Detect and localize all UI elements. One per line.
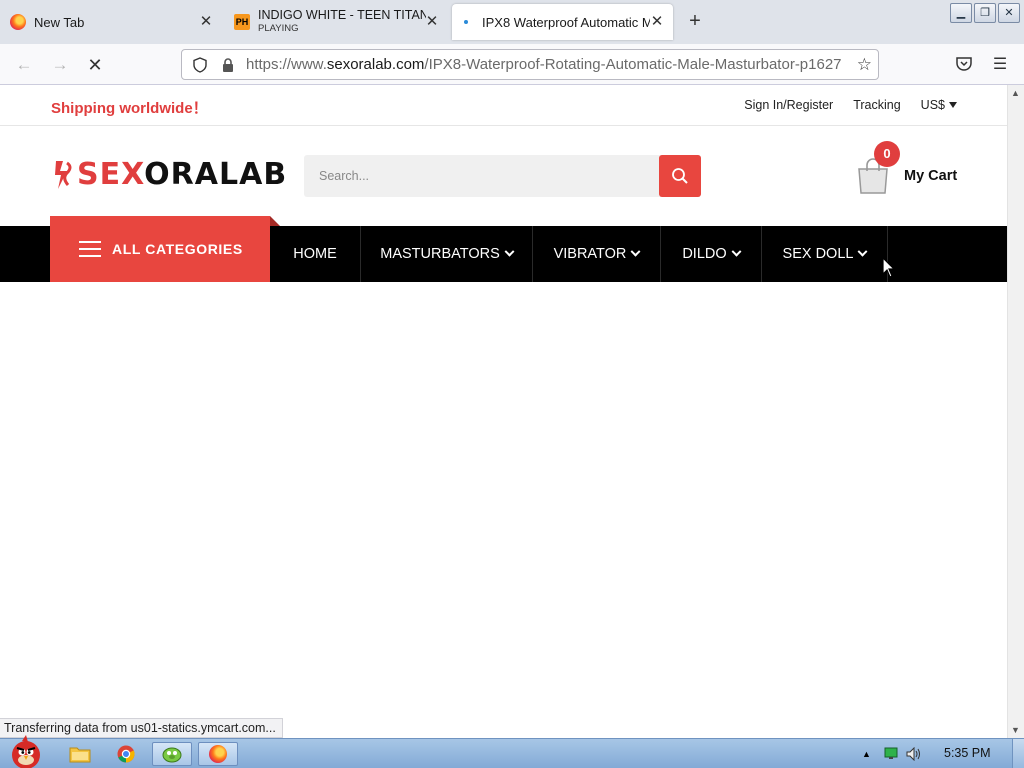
- tab-title: New Tab: [34, 14, 85, 30]
- web-page: Shipping worldwide！ Sign In/Register Tra…: [0, 85, 1007, 738]
- close-icon[interactable]: ✕: [424, 14, 440, 30]
- scroll-up-icon[interactable]: ▲: [1011, 88, 1020, 98]
- close-icon[interactable]: ✕: [649, 14, 665, 30]
- ribbon-notch: [270, 216, 280, 226]
- sign-in-link[interactable]: Sign In/Register: [744, 98, 833, 112]
- pocket-icon[interactable]: [955, 55, 973, 73]
- tab-title: INDIGO WHITE - TEEN TITANS: [258, 9, 426, 22]
- browser-tabstrip: New Tab ✕ PH INDIGO WHITE - TEEN TITANS …: [0, 0, 1024, 44]
- chrome-icon[interactable]: [106, 742, 146, 766]
- all-categories-label: ALL CATEGORIES: [112, 241, 243, 257]
- top-links: Sign In/Register Tracking US$: [744, 98, 957, 112]
- forward-button[interactable]: →: [48, 53, 72, 77]
- search-box: [304, 155, 701, 197]
- tracking-link[interactable]: Tracking: [853, 98, 900, 112]
- scroll-down-icon[interactable]: ▼: [1011, 725, 1020, 735]
- bookmark-star-icon[interactable]: ☆: [857, 55, 872, 75]
- ph-icon: PH: [234, 14, 250, 30]
- nav-item-dildo[interactable]: DILDO: [661, 226, 762, 282]
- tab-title: IPX8 Waterproof Automatic M: [482, 14, 650, 30]
- chevron-down-icon: [630, 246, 641, 257]
- chevron-down-icon: [731, 246, 742, 257]
- logo-text-sex: SEX: [77, 157, 145, 192]
- nav-item-vibrator[interactable]: VIBRATOR: [533, 226, 661, 282]
- firefox-icon: [10, 14, 26, 30]
- currency-selector[interactable]: US$: [921, 98, 957, 112]
- nav-item-sex-doll[interactable]: SEX DOLL: [762, 226, 888, 282]
- stop-loading-button[interactable]: ✕: [83, 53, 107, 77]
- nav-item-home[interactable]: HOME: [270, 226, 361, 282]
- address-bar[interactable]: https://www.sexoralab.com/IPX8-Waterproo…: [181, 49, 879, 80]
- show-desktop-button[interactable]: [1012, 739, 1024, 768]
- url-text: https://www.sexoralab.com/IPX8-Waterproo…: [246, 56, 842, 73]
- hamburger-icon: [79, 241, 101, 257]
- lock-icon[interactable]: [218, 55, 238, 75]
- all-categories-button[interactable]: ALL CATEGORIES: [50, 216, 270, 282]
- tab-playing-label: PLAYING: [258, 23, 299, 34]
- firefox-taskbar-icon[interactable]: [198, 742, 238, 766]
- chevron-down-icon: [504, 246, 515, 257]
- explorer-icon[interactable]: [60, 742, 100, 766]
- loading-icon: [458, 14, 474, 30]
- logo-mark-icon: [53, 157, 75, 193]
- chevron-down-icon: [858, 246, 868, 257]
- cart-count-badge: 0: [874, 141, 900, 167]
- network-icon[interactable]: [884, 747, 898, 763]
- new-tab-button[interactable]: +: [684, 10, 706, 32]
- minimize-button[interactable]: ▁: [950, 3, 972, 23]
- tab-indigo-white[interactable]: PH INDIGO WHITE - TEEN TITANS PLAYING ✕: [224, 4, 448, 40]
- tray-expand-icon[interactable]: ▲: [862, 749, 871, 759]
- close-window-button[interactable]: ✕: [998, 3, 1020, 23]
- volume-icon[interactable]: [906, 746, 922, 764]
- close-icon[interactable]: ✕: [198, 14, 214, 30]
- mouse-cursor-icon: [882, 257, 896, 278]
- hamburger-menu-icon[interactable]: ☰: [991, 54, 1009, 73]
- site-topbar: Shipping worldwide！ Sign In/Register Tra…: [0, 85, 1007, 126]
- cart-widget[interactable]: 0 My Cart: [856, 141, 966, 197]
- search-button[interactable]: [659, 155, 701, 197]
- back-button[interactable]: ←: [12, 53, 36, 77]
- maximize-button[interactable]: ❐: [974, 3, 996, 23]
- taskbar: ▲ 5:35 PM: [0, 735, 1024, 768]
- game-icon[interactable]: [152, 742, 192, 766]
- site-logo[interactable]: SEXORALAB: [53, 157, 287, 193]
- taskbar-clock[interactable]: 5:35 PM: [944, 746, 991, 760]
- tab-new-tab[interactable]: New Tab ✕: [0, 4, 222, 40]
- cart-label: My Cart: [904, 168, 958, 184]
- shipping-notice: Shipping worldwide！: [51, 100, 208, 117]
- tab-active-product[interactable]: IPX8 Waterproof Automatic M ✕: [452, 4, 673, 40]
- page-scrollbar[interactable]: ▲ ▼: [1007, 85, 1024, 738]
- search-icon: [672, 168, 688, 184]
- shield-icon[interactable]: [190, 55, 210, 75]
- screen: New Tab ✕ PH INDIGO WHITE - TEEN TITANS …: [0, 0, 1024, 768]
- nav-item-masturbators[interactable]: MASTURBATORS: [361, 226, 533, 282]
- angry-birds-icon[interactable]: [4, 733, 48, 768]
- search-input[interactable]: [304, 155, 659, 197]
- caret-down-icon: [949, 102, 957, 108]
- logo-text-oralab: ORALAB: [144, 157, 288, 192]
